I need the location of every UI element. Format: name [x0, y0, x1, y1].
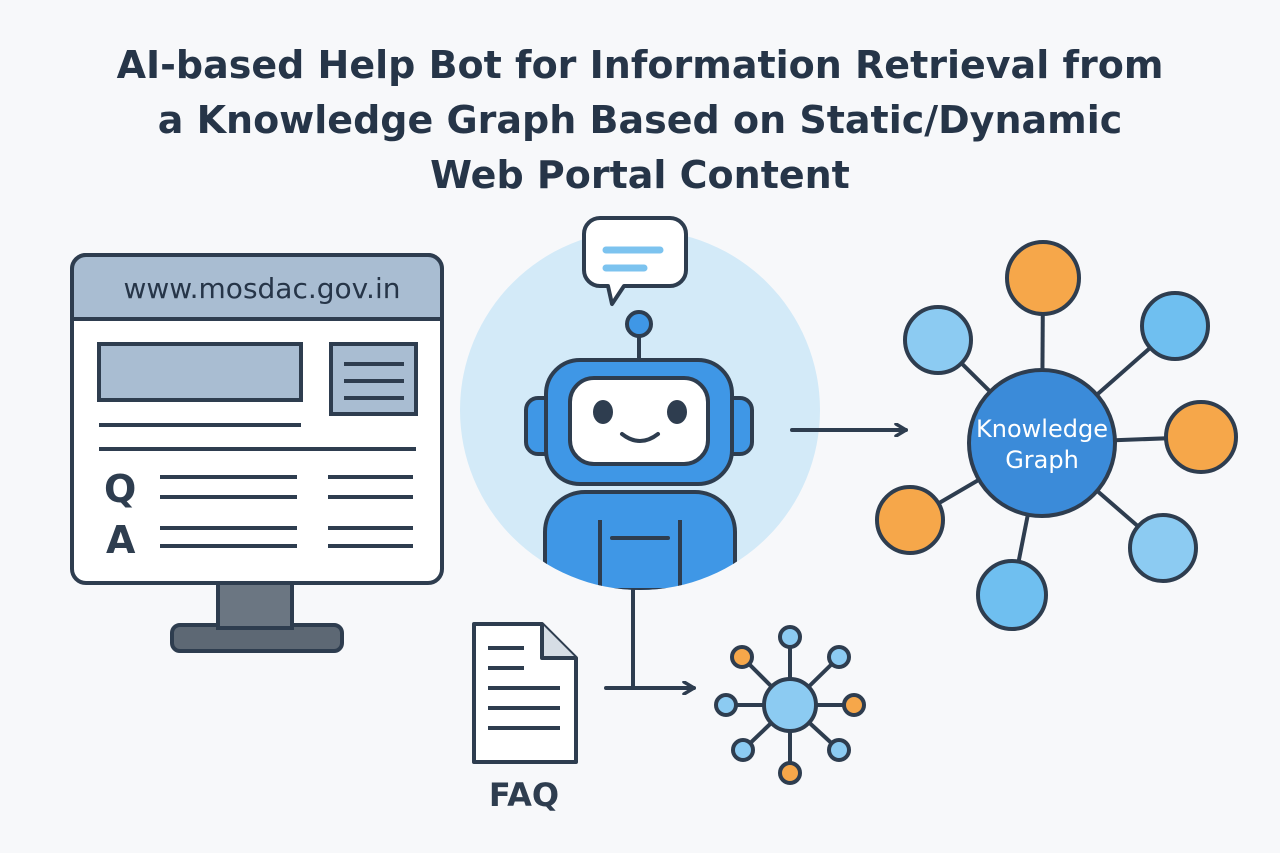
document-icon [472, 622, 578, 764]
knowledge-graph: Knowledge Graph [875, 240, 1238, 631]
portal-url: www.mosdac.gov.in [124, 272, 401, 305]
graph-node [1140, 291, 1210, 361]
small-graph-node [827, 645, 851, 669]
small-graph-node [730, 645, 754, 669]
small-graph-node [842, 693, 866, 717]
monitor-icon: www.mosdac.gov.in Q A [70, 253, 444, 653]
graph-node [1005, 240, 1081, 316]
robot-eye-right [667, 400, 687, 424]
graph-node [875, 485, 945, 555]
graph-node [1164, 400, 1238, 474]
faq-label: FAQ [489, 776, 559, 814]
graph-node [976, 559, 1048, 631]
robot-eye-left [593, 400, 613, 424]
small-graph-node [714, 693, 738, 717]
robot-face [568, 376, 710, 466]
knowledge-graph-label-line2: Graph [1005, 446, 1079, 474]
small-graph-node [827, 738, 851, 762]
robot-body [543, 490, 737, 590]
content-banner-block [97, 342, 303, 402]
network-graph-icon [714, 625, 866, 785]
robot-antenna [625, 310, 653, 338]
robot-icon [543, 490, 737, 590]
small-graph-node [778, 625, 802, 649]
diagram-canvas: www.mosdac.gov.in Q A FAQ Knowledge Grap… [70, 216, 1238, 814]
faq-question-label: Q [104, 467, 136, 511]
small-graph-hub [762, 677, 818, 733]
faq-answer-label: A [106, 518, 136, 562]
knowledge-graph-label-line1: Knowledge [976, 415, 1108, 443]
connector-to-faq [604, 588, 635, 690]
small-graph-node [778, 761, 802, 785]
graph-node [903, 305, 973, 375]
small-graph-node [731, 738, 755, 762]
graph-node [1128, 513, 1198, 583]
knowledge-graph-hub [967, 368, 1117, 518]
monitor-stand [216, 580, 294, 630]
